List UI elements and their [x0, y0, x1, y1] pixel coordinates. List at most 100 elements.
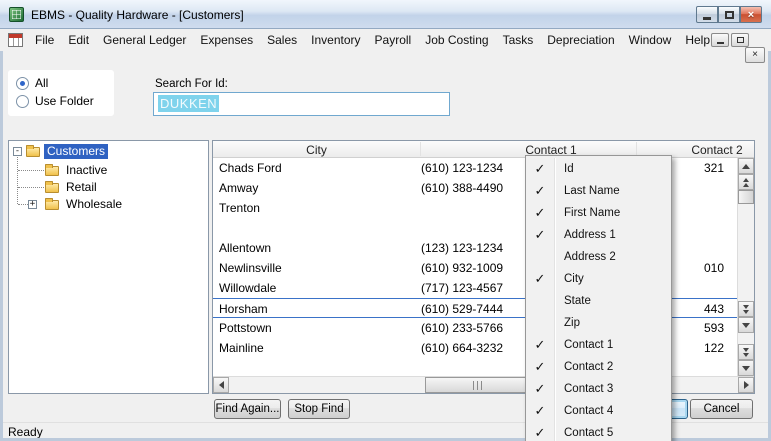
- context-menu-item-contact-2[interactable]: ✓Contact 2: [526, 356, 671, 378]
- tree-connector: [18, 187, 44, 188]
- context-menu-item-id[interactable]: ✓Id: [526, 158, 671, 180]
- context-menu-item-state[interactable]: State: [526, 290, 671, 312]
- search-field-label: Search For Id:: [155, 78, 228, 90]
- checkmark-icon: ✓: [526, 271, 554, 287]
- scroll-page-down-button[interactable]: [738, 301, 754, 317]
- scroll-left-button[interactable]: [213, 377, 229, 393]
- menu-item-sales[interactable]: Sales: [260, 29, 304, 50]
- scroll-page-up-button[interactable]: [738, 174, 754, 190]
- cell-contact1: (610) 664-3232: [421, 341, 503, 355]
- menu-item-expenses[interactable]: Expenses: [193, 29, 260, 50]
- stop-find-button[interactable]: Stop Find: [288, 399, 350, 419]
- menu-item-window[interactable]: Window: [622, 29, 679, 50]
- cell-contact1: (610) 932-1009: [421, 261, 503, 275]
- folder-tree: - Customers Inactive Retail+Wholesale: [8, 140, 209, 394]
- cell-contact2: 593: [704, 321, 724, 335]
- horizontal-scrollbar[interactable]: [213, 376, 754, 393]
- menu-item-payroll[interactable]: Payroll: [368, 29, 419, 50]
- fast-forward-button[interactable]: [738, 344, 754, 360]
- context-menu-item-contact-3[interactable]: ✓Contact 3: [526, 378, 671, 400]
- menu-item-inventory[interactable]: Inventory: [304, 29, 367, 50]
- cell-city: Pottstown: [219, 321, 272, 335]
- context-menu-item-contact-1[interactable]: ✓Contact 1: [526, 334, 671, 356]
- tree-item-label: Inactive: [63, 163, 110, 178]
- close-button[interactable]: ×: [740, 6, 762, 23]
- checkmark-icon: ✓: [526, 359, 554, 375]
- minimize-button[interactable]: [696, 6, 718, 23]
- mdi-close-icon: ×: [752, 49, 758, 60]
- cell-contact1: (610) 123-1234: [421, 161, 503, 175]
- maximize-icon: [725, 11, 734, 19]
- context-menu-item-label: Id: [554, 163, 574, 175]
- status-text: Ready: [8, 425, 43, 439]
- mdi-restore-icon: [737, 37, 744, 43]
- context-menu-item-first-name[interactable]: ✓First Name: [526, 202, 671, 224]
- folder-icon: [45, 183, 59, 193]
- mdi-restore-button[interactable]: [731, 33, 749, 47]
- radio-use-folder-row[interactable]: Use Folder: [16, 94, 94, 108]
- horizontal-scrollbar-thumb[interactable]: [425, 377, 531, 393]
- radio-all[interactable]: [16, 77, 29, 90]
- collapse-icon[interactable]: -: [13, 147, 22, 156]
- title-bar[interactable]: EBMS - Quality Hardware - [Customers] ×: [0, 0, 771, 29]
- vertical-scrollbar-thumb[interactable]: [738, 190, 754, 204]
- menu-item-job-costing[interactable]: Job Costing: [418, 29, 495, 50]
- checkmark-icon: ✓: [526, 161, 554, 177]
- context-menu-item-contact-5[interactable]: ✓Contact 5: [526, 422, 671, 441]
- folder-icon: [26, 147, 40, 157]
- down-arrow-icon: [742, 323, 750, 328]
- menu-item-depreciation[interactable]: Depreciation: [540, 29, 621, 50]
- menu-items: FileEditGeneral LedgerExpensesSalesInven…: [28, 29, 717, 50]
- context-menu-item-label: First Name: [554, 207, 620, 219]
- scroll-right-button[interactable]: [738, 377, 754, 393]
- double-down-arrow-icon: [743, 348, 749, 352]
- menu-item-edit[interactable]: Edit: [61, 29, 96, 50]
- radio-use-folder-label: Use Folder: [35, 94, 94, 108]
- checkmark-icon: ✓: [526, 403, 554, 419]
- tree-item-retail[interactable]: Retail: [45, 179, 100, 196]
- context-menu-item-address-1[interactable]: ✓Address 1: [526, 224, 671, 246]
- search-input[interactable]: DUKKEN: [153, 92, 450, 116]
- context-menu-item-address-2[interactable]: Address 2: [526, 246, 671, 268]
- mdi-minimize-icon: [717, 42, 724, 44]
- context-menu-item-zip[interactable]: Zip: [526, 312, 671, 334]
- menu-item-tasks[interactable]: Tasks: [496, 29, 541, 50]
- context-menu-item-label: Zip: [554, 317, 580, 329]
- cell-contact2: 122: [704, 341, 724, 355]
- context-menu-item-label: Contact 2: [554, 361, 613, 373]
- double-up-arrow-icon: [743, 178, 749, 182]
- scroll-up-button[interactable]: [738, 158, 754, 174]
- context-menu-item-label: Contact 5: [554, 427, 613, 439]
- expand-icon[interactable]: +: [28, 200, 37, 209]
- mdi-close-button[interactable]: ×: [745, 47, 765, 63]
- context-menu-item-last-name[interactable]: ✓Last Name: [526, 180, 671, 202]
- scroll-down-button[interactable]: [738, 317, 754, 333]
- menu-item-file[interactable]: File: [28, 29, 61, 50]
- column-header-city[interactable]: City: [213, 143, 420, 157]
- tree-item-inactive[interactable]: Inactive: [45, 162, 110, 179]
- cancel-button[interactable]: Cancel: [690, 399, 753, 419]
- document-icon[interactable]: [8, 33, 23, 47]
- cell-contact1: (610) 233-5766: [421, 321, 503, 335]
- context-menu-item-contact-4[interactable]: ✓Contact 4: [526, 400, 671, 422]
- vertical-scrollbar[interactable]: [737, 158, 754, 376]
- radio-all-label: All: [35, 76, 48, 90]
- context-menu-item-label: Contact 3: [554, 383, 613, 395]
- last-row-button[interactable]: [738, 360, 754, 376]
- maximize-button[interactable]: [718, 6, 740, 23]
- cell-contact2: 010: [704, 261, 724, 275]
- mdi-minimize-button[interactable]: [711, 33, 729, 47]
- radio-all-row[interactable]: All: [16, 76, 48, 90]
- find-again-button[interactable]: Find Again...: [214, 399, 281, 419]
- app-window: EBMS - Quality Hardware - [Customers] × …: [0, 0, 771, 441]
- tree-connector: [17, 154, 18, 204]
- radio-use-folder[interactable]: [16, 95, 29, 108]
- tree-item-customers[interactable]: - Customers: [13, 143, 108, 160]
- cell-contact2: 443: [704, 302, 724, 316]
- tree-item-label: Retail: [63, 180, 100, 195]
- checkmark-icon: ✓: [526, 381, 554, 397]
- context-menu-item-label: State: [554, 295, 591, 307]
- tree-item-wholesale[interactable]: +Wholesale: [45, 196, 125, 213]
- context-menu-item-city[interactable]: ✓City: [526, 268, 671, 290]
- menu-item-general-ledger[interactable]: General Ledger: [96, 29, 193, 50]
